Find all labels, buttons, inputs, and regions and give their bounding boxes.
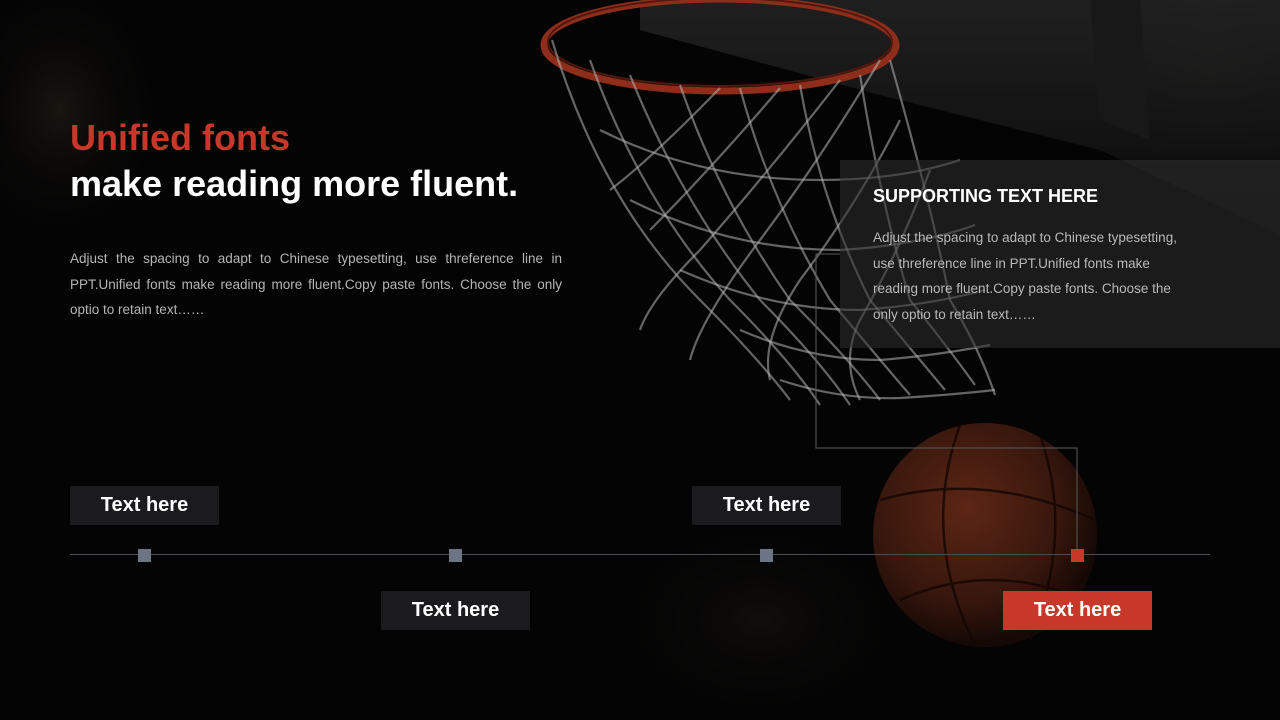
- heading-main: make reading more fluent.: [70, 163, 519, 204]
- timeline-marker-3: [760, 549, 773, 562]
- supporting-heading: SUPPORTING TEXT HERE: [873, 186, 1099, 206]
- timeline-marker-4-active: [1071, 549, 1084, 562]
- timeline-label-2: Text here: [381, 591, 530, 630]
- timeline-label-3: Text here: [692, 486, 841, 525]
- heading-accent: Unified fonts: [70, 117, 290, 158]
- timeline-line: [70, 554, 1210, 555]
- timeline-marker-2: [449, 549, 462, 562]
- timeline-marker-1: [138, 549, 151, 562]
- intro-paragraph: Adjust the spacing to adapt to Chinese t…: [70, 251, 562, 317]
- supporting-paragraph: Adjust the spacing to adapt to Chinese t…: [873, 230, 1177, 322]
- timeline-label-4-active: Text here: [1003, 591, 1152, 630]
- timeline-label-1: Text here: [70, 486, 219, 525]
